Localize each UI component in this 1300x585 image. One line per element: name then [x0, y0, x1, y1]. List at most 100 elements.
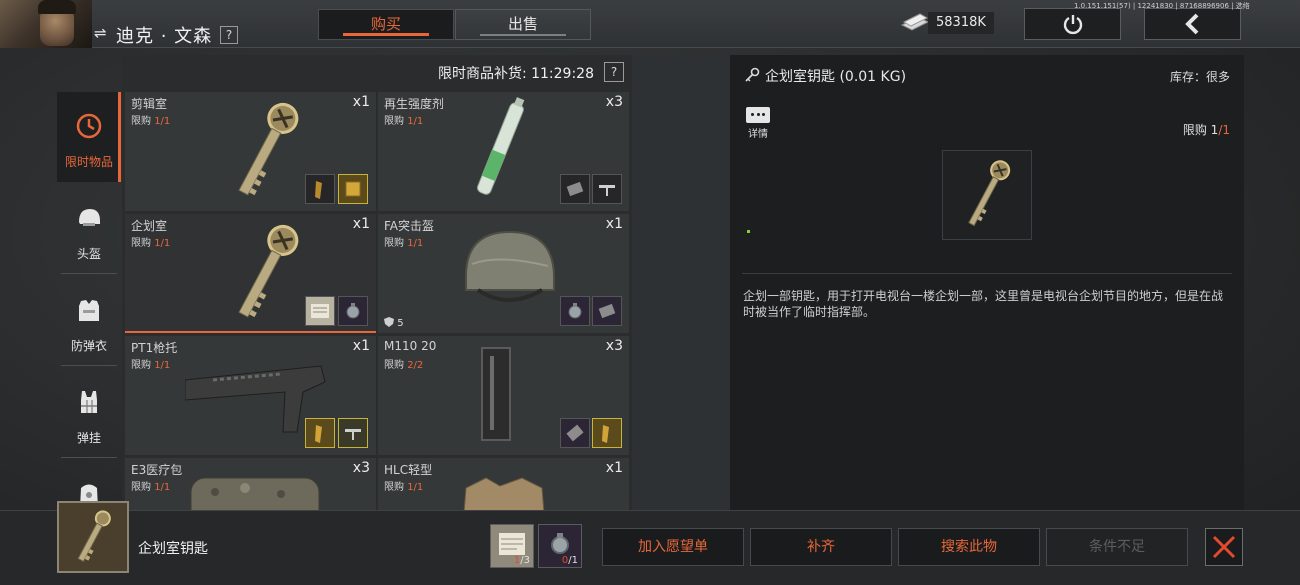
- material-slot[interactable]: [592, 418, 622, 448]
- clock-icon: [76, 113, 102, 139]
- category-label: 限时物品: [64, 155, 113, 169]
- armor-level: 5: [384, 317, 404, 329]
- item-name: 企划室: [131, 219, 168, 233]
- key-icon: [968, 160, 1011, 227]
- panel-gutter: [632, 55, 730, 510]
- category-label: 弹挂: [76, 431, 101, 445]
- version-text: 1.0.151.151(57) | 12241830 | 87168896906…: [1074, 2, 1250, 10]
- chest-rig-icon: [81, 391, 97, 413]
- material-slot[interactable]: [560, 418, 590, 448]
- shop-item[interactable]: HLC轻型 限购 1/1 x1: [378, 458, 629, 510]
- close-button[interactable]: [1205, 528, 1243, 566]
- grid-header: 限时商品补货: 11:29:28 ?: [122, 55, 632, 91]
- limit-prefix: 限购: [131, 116, 151, 127]
- category-chest-rig[interactable]: 弹挂: [57, 368, 121, 458]
- tab-buy[interactable]: 购买: [318, 9, 454, 40]
- material-slot[interactable]: [338, 418, 368, 448]
- ammo-icon: [602, 425, 609, 443]
- details-button[interactable]: 详情: [744, 107, 772, 140]
- key-icon: [77, 510, 111, 563]
- vest-icon: [79, 300, 99, 321]
- material-count: 1/3: [514, 555, 530, 566]
- limit-count: 1/1: [407, 116, 424, 127]
- category-limited[interactable]: 限时物品: [57, 92, 121, 182]
- limit-count: 1/1: [154, 360, 171, 371]
- shop-item[interactable]: 剪辑室 限购 1/1 x1: [125, 92, 376, 211]
- limit-count: 1/1: [407, 482, 424, 493]
- material-slot[interactable]: [592, 296, 622, 326]
- money-icon: [900, 13, 930, 31]
- item-limit: 限购 1/1: [131, 478, 170, 493]
- item-limit: 限购 1/1: [384, 112, 423, 127]
- category-sidebar: 限时物品 头盔 防弹衣 弹挂: [57, 92, 121, 510]
- item-limit: 限购 1/1: [384, 234, 423, 249]
- gold-bar-icon: [345, 181, 361, 197]
- scrap-icon: [598, 303, 616, 319]
- tab-underline: [480, 34, 566, 36]
- material-slot[interactable]: [338, 296, 368, 326]
- help-icon[interactable]: ?: [220, 26, 238, 44]
- fill-materials-button[interactable]: 补齐: [750, 528, 892, 566]
- back-button[interactable]: [1144, 8, 1241, 40]
- item-limit: 限购 1/1: [131, 356, 170, 371]
- required-material[interactable]: 1/3: [490, 524, 534, 568]
- material-slot[interactable]: [305, 296, 335, 326]
- avatar[interactable]: [0, 0, 92, 48]
- count-need: /3: [520, 555, 530, 566]
- material-slot[interactable]: [338, 174, 368, 204]
- restock-timer: 限时商品补货: 11:29:28: [437, 66, 594, 82]
- divider: [61, 273, 117, 274]
- limit-prefix: 限购: [131, 482, 151, 493]
- avatar-hair: [38, 0, 76, 14]
- limit-prefix: 限购: [384, 238, 404, 249]
- material-slot[interactable]: [305, 174, 335, 204]
- shop-item[interactable]: FA突击盔 限购 1/1 x1 5: [378, 214, 629, 333]
- shop-item-selected[interactable]: 企划室 限购 1/1 x1: [125, 214, 376, 333]
- document-icon: [311, 304, 329, 318]
- search-item-button[interactable]: 搜索此物: [898, 528, 1040, 566]
- item-name: 剪辑室: [131, 97, 168, 111]
- medkit-icon: [190, 477, 320, 510]
- insufficient-conditions-button[interactable]: 条件不足: [1046, 528, 1188, 566]
- limit-prefix: 限购: [131, 238, 151, 249]
- ammo-icon: [315, 425, 322, 443]
- material-slot[interactable]: [560, 174, 590, 204]
- shop-item[interactable]: E3医疗包 限购 1/1 x3: [125, 458, 376, 510]
- top-bar: ⇌ 迪克 · 文森 ? 购买 出售 58318K 1.0.151.151(57)…: [0, 0, 1300, 48]
- item-limit: 限购 2/2: [384, 356, 423, 371]
- category-label: 头盔: [76, 247, 101, 261]
- limit-prefix: 限购: [131, 360, 151, 371]
- help-icon[interactable]: ?: [604, 62, 624, 82]
- tool-icon: [599, 185, 615, 196]
- ammo-icon: [315, 181, 322, 199]
- item-limit: 限购 1/1: [384, 478, 423, 493]
- selected-item-thumbnail: [57, 501, 129, 573]
- limit-count: 1/1: [154, 238, 171, 249]
- close-icon: [1212, 535, 1236, 559]
- stock-label: 库存：很多: [1169, 70, 1230, 84]
- helmet-icon: [79, 209, 100, 226]
- add-to-wishlist-button[interactable]: 加入愿望单: [602, 528, 744, 566]
- category-label: 防弹衣: [70, 339, 107, 353]
- material-slot[interactable]: [305, 418, 335, 448]
- limit-prefix: 限购: [384, 482, 404, 493]
- tab-sell[interactable]: 出售: [455, 9, 591, 40]
- shop-item[interactable]: 再生强度剂 限购 1/1 x3: [378, 92, 629, 211]
- limit-count: 1/1: [154, 116, 171, 127]
- shop-item[interactable]: M110 20 限购 2/2 x3: [378, 336, 629, 455]
- limit-prefix: 限购: [384, 360, 404, 371]
- shield-icon: [384, 317, 394, 327]
- category-helmet[interactable]: 头盔: [57, 184, 121, 274]
- item-preview: [942, 150, 1032, 240]
- power-button[interactable]: [1024, 8, 1121, 40]
- limit-total: /1: [1218, 123, 1230, 137]
- material-slot[interactable]: [560, 296, 590, 326]
- category-vest[interactable]: 防弹衣: [57, 276, 121, 366]
- shop-item[interactable]: PT1枪托 限购 1/1 x1: [125, 336, 376, 455]
- swap-icon[interactable]: ⇌: [94, 24, 107, 42]
- item-description: 企划一部钥匙，用于打开电视台一楼企划一部，这里曾是电视台企划节目的地方，但是在战…: [743, 289, 1224, 319]
- item-limit: 限购 1/1: [131, 234, 170, 249]
- material-slot[interactable]: [592, 174, 622, 204]
- required-material[interactable]: 0/1: [538, 524, 582, 568]
- detail-limit: 限购 1/1: [1183, 121, 1230, 138]
